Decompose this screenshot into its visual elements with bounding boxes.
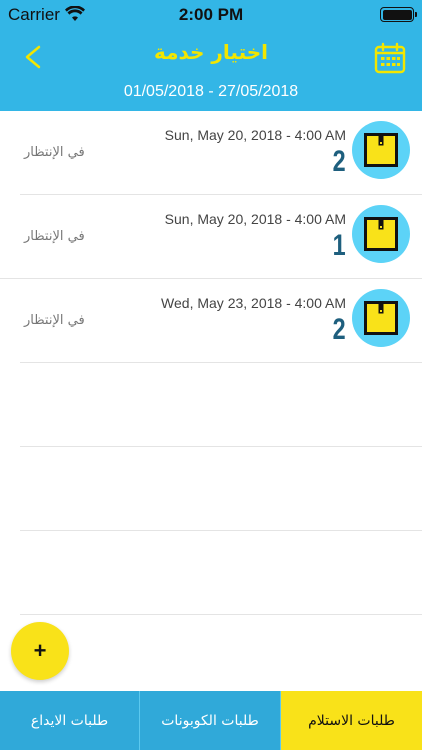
order-status: في الإنتظار [24,229,85,244]
order-avatar [352,121,410,179]
order-date: Wed, May 23, 2018 - 4:00 AM [161,295,346,311]
status-bar: Carrier 2:00 PM [0,0,422,30]
tab-label: طلبات الاستلام [308,712,395,729]
list-item[interactable]: Sun, May 20, 2018 - 4:00 AM 2 في الإنتظا… [20,111,422,195]
empty-row [20,531,422,615]
tab-deposit-requests[interactable]: طلبات الايداع [0,691,140,750]
page-title: اختيار خدمة [153,40,269,64]
order-quantity: 2 [332,145,346,178]
date-range: 01/05/2018 - 27/05/2018 [123,83,299,100]
plus-icon: + [33,638,47,663]
box-icon [364,133,398,167]
order-quantity: 2 [332,313,346,346]
tab-label: طلبات الايداع [30,712,109,729]
box-icon [364,217,398,251]
box-icon [364,301,398,335]
empty-row [20,447,422,531]
order-date: Sun, May 20, 2018 - 4:00 AM [164,211,346,227]
order-date: Sun, May 20, 2018 - 4:00 AM [164,127,346,143]
calendar-button[interactable] [374,42,406,74]
calendar-icon [374,42,406,74]
add-order-button[interactable]: + [11,622,69,680]
list-item[interactable]: Sun, May 20, 2018 - 4:00 AM 1 في الإنتظا… [0,195,422,279]
clock: 2:00 PM [178,5,244,24]
order-quantity: 1 [332,229,346,262]
bottom-tab-bar: طلبات الايداع طلبات الكوبونات طلبات الاس… [0,691,422,750]
order-status: في الإنتظار [24,313,85,328]
tab-label: طلبات الكوبونات [161,712,259,729]
orders-list: Sun, May 20, 2018 - 4:00 AM 2 في الإنتظا… [0,111,422,615]
tab-coupon-requests[interactable]: طلبات الكوبونات [140,691,281,750]
order-status: في الإنتظار [24,145,85,160]
list-item[interactable]: Wed, May 23, 2018 - 4:00 AM 2 في الإنتظا… [20,279,422,363]
battery-icon [380,7,417,22]
order-avatar [352,205,410,263]
empty-row [20,363,422,447]
tab-receipt-requests[interactable]: طلبات الاستلام [281,691,422,750]
order-avatar [352,289,410,347]
header: Carrier 2:00 PM اختيار خدمة 01/05/2018 -… [0,0,422,111]
